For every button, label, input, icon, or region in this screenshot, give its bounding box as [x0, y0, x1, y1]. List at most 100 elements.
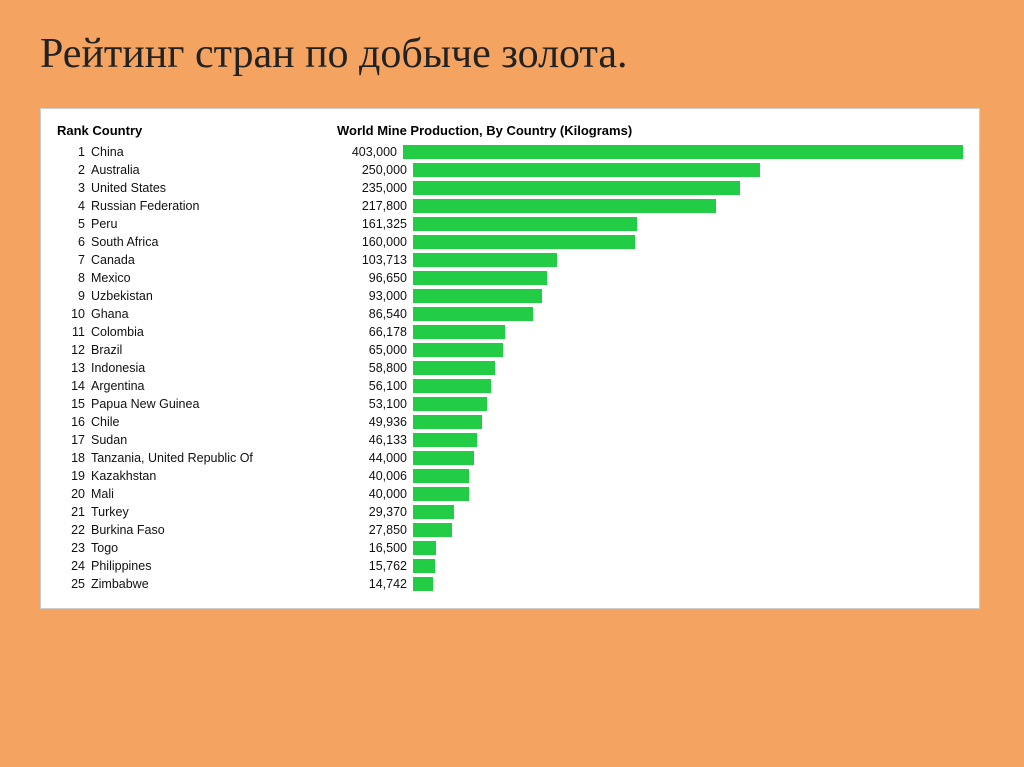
bar	[413, 433, 477, 447]
bar	[413, 361, 495, 375]
rank-country-cell: 21Turkey	[57, 505, 337, 519]
value-text: 49,936	[337, 415, 407, 429]
rank-country-cell: 6South Africa	[57, 235, 337, 249]
country-name: Sudan	[91, 433, 127, 447]
value-bar-group: 29,370	[337, 505, 963, 519]
rank-number: 12	[57, 343, 85, 357]
rank-country-cell: 14Argentina	[57, 379, 337, 393]
rank-number: 15	[57, 397, 85, 411]
country-name: Russian Federation	[91, 199, 199, 213]
country-name: Argentina	[91, 379, 145, 393]
rank-number: 10	[57, 307, 85, 321]
bar	[413, 217, 637, 231]
bar	[413, 271, 547, 285]
table-row: 10Ghana86,540	[57, 306, 963, 322]
value-bar-group: 403,000	[327, 145, 963, 159]
rank-country-cell: 13Indonesia	[57, 361, 337, 375]
rank-number: 5	[57, 217, 85, 231]
bar	[413, 559, 435, 573]
rank-country-cell: 18Tanzania, United Republic Of	[57, 451, 337, 465]
rank-number: 25	[57, 577, 85, 591]
rank-number: 4	[57, 199, 85, 213]
rank-number: 20	[57, 487, 85, 501]
table-row: 3United States235,000	[57, 180, 963, 196]
bar	[413, 325, 505, 339]
value-text: 103,713	[337, 253, 407, 267]
rank-number: 24	[57, 559, 85, 573]
bar	[413, 289, 542, 303]
table-row: 25Zimbabwe14,742	[57, 576, 963, 592]
table-row: 16 Chile 49,936	[57, 414, 963, 430]
value-bar-group: 58,800	[337, 361, 963, 375]
value-text: 235,000	[337, 181, 407, 195]
bar	[413, 505, 454, 519]
bar	[413, 163, 760, 177]
rank-country-cell: 1China	[57, 145, 327, 159]
bar	[413, 523, 452, 537]
rank-number: 22	[57, 523, 85, 537]
rank-number: 8	[57, 271, 85, 285]
bar	[413, 577, 433, 591]
value-bar-group: 65,000	[337, 343, 963, 357]
country-name: Indonesia	[91, 361, 145, 375]
bar	[413, 397, 487, 411]
table-row: 21Turkey29,370	[57, 504, 963, 520]
table-row: 19Kazakhstan40,006	[57, 468, 963, 484]
bar	[413, 415, 482, 429]
table-row: 18Tanzania, United Republic Of44,000	[57, 450, 963, 466]
table-row: 17Sudan46,133	[57, 432, 963, 448]
bar	[413, 343, 503, 357]
rank-country-cell: 10Ghana	[57, 307, 337, 321]
value-bar-group: 235,000	[337, 181, 963, 195]
value-bar-group: 86,540	[337, 307, 963, 321]
value-text: 93,000	[337, 289, 407, 303]
country-name: Canada	[91, 253, 135, 267]
bar	[413, 487, 469, 501]
value-text: 15,762	[337, 559, 407, 573]
value-bar-group: 93,000	[337, 289, 963, 303]
country-name: South Africa	[91, 235, 158, 249]
value-text: 56,100	[337, 379, 407, 393]
rank-country-cell: 16 Chile	[57, 415, 337, 429]
rank-country-cell: 8Mexico	[57, 271, 337, 285]
table-row: 20Mali40,000	[57, 486, 963, 502]
value-bar-group: 53,100	[337, 397, 963, 411]
value-text: 53,100	[337, 397, 407, 411]
chart-container: Rank Country World Mine Production, By C…	[40, 108, 980, 609]
table-row: 4Russian Federation217,800	[57, 198, 963, 214]
table-row: 8Mexico96,650	[57, 270, 963, 286]
country-name: Philippines	[91, 559, 151, 573]
bar	[403, 145, 963, 159]
country-name: Papua New Guinea	[91, 397, 199, 411]
bar	[413, 307, 533, 321]
value-bar-group: 250,000	[337, 163, 963, 177]
bar	[413, 451, 474, 465]
rank-number: 18	[57, 451, 85, 465]
table-row: 12 Brazil 65,000	[57, 342, 963, 358]
page-title: Рейтинг стран по добыче золота.	[40, 30, 984, 78]
value-bar-group: 16,500	[337, 541, 963, 555]
rank-number: 16	[57, 415, 85, 429]
country-name: Turkey	[91, 505, 129, 519]
rank-country-cell: 2Australia	[57, 163, 337, 177]
rank-country-cell: 9Uzbekistan	[57, 289, 337, 303]
value-text: 96,650	[337, 271, 407, 285]
value-bar-group: 44,000	[337, 451, 963, 465]
rank-number: 2	[57, 163, 85, 177]
value-text: 44,000	[337, 451, 407, 465]
value-text: 160,000	[337, 235, 407, 249]
country-name: Kazakhstan	[91, 469, 156, 483]
country-name: China	[91, 145, 124, 159]
rank-country-cell: 3United States	[57, 181, 337, 195]
country-name: Brazil	[91, 343, 122, 357]
rank-country-cell: 5 Peru	[57, 217, 337, 231]
header-rank-country: Rank Country	[57, 123, 337, 138]
country-name: Peru	[91, 217, 117, 231]
country-name: Chile	[91, 415, 120, 429]
country-name: Togo	[91, 541, 118, 555]
value-bar-group: 49,936	[337, 415, 963, 429]
rank-country-cell: 7Canada	[57, 253, 337, 267]
table-row: 14Argentina56,100	[57, 378, 963, 394]
table-row: 24 Philippines 15,762	[57, 558, 963, 574]
value-text: 66,178	[337, 325, 407, 339]
